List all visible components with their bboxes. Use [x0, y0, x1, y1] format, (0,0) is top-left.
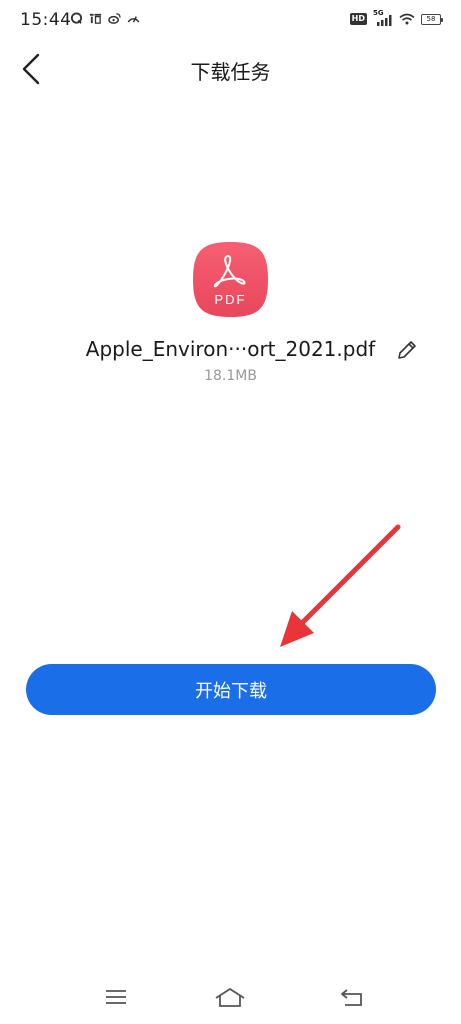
pdf-file-icon: PDF	[193, 242, 268, 317]
status-time: 15:44	[20, 10, 72, 30]
menu-nav-button[interactable]	[98, 983, 134, 1011]
signal-group: 5G	[373, 9, 393, 26]
speed-icon	[127, 16, 140, 23]
menu-icon	[106, 990, 126, 1004]
header: 下载任务	[0, 44, 461, 94]
signal-icon	[377, 15, 392, 26]
wifi-icon	[399, 13, 415, 25]
taobao-icon	[89, 13, 102, 24]
pdf-icon-label: PDF	[215, 292, 247, 307]
battery-icon: 58	[421, 13, 443, 25]
hd-badge: HD	[349, 13, 367, 25]
navigation-bar	[0, 975, 461, 1020]
edit-filename-button[interactable]	[395, 338, 419, 362]
status-bar: 15:44 HD 5G 58	[0, 0, 461, 40]
start-download-button[interactable]: 开始下载	[26, 664, 436, 715]
page-title: 下载任务	[190, 60, 271, 84]
file-name: Apple_Environ···ort_2021.pdf	[85, 337, 376, 361]
home-icon	[215, 988, 245, 1007]
back-nav-button[interactable]	[334, 983, 370, 1011]
file-size: 18.1MB	[204, 368, 257, 384]
home-nav-button[interactable]	[212, 983, 248, 1011]
weibo-icon	[108, 13, 121, 24]
back-nav-icon	[341, 989, 362, 1006]
annotation-arrow-icon	[280, 524, 401, 647]
qq-icon	[70, 12, 83, 24]
pencil-icon	[398, 341, 416, 359]
